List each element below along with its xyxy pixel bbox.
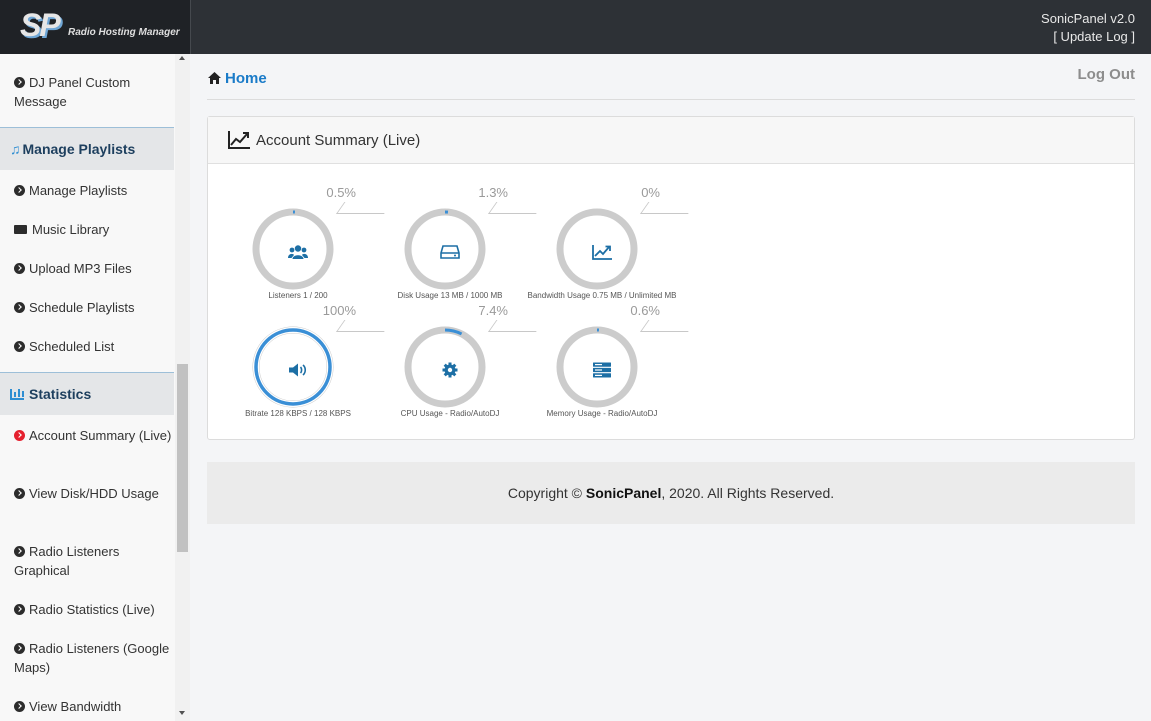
sidebar-item-music-library[interactable]: Music Library [14,220,172,239]
footer-prefix: Copyright © [507,485,586,501]
version-block: SonicPanel v2.0 [ Update Log ] [1041,10,1135,46]
sidebar-item-schedule-playlists[interactable]: Schedule Playlists [14,298,172,317]
sidebar-section-statistics[interactable]: Statistics [0,372,174,415]
chevron-circle-icon [14,430,25,441]
gauge-percent: 0.5% [326,185,356,200]
update-log-link[interactable]: [ Update Log ] [1041,28,1135,46]
gauge-volume: 100% Bitrate 128 KBPS / 128 KBPS [228,303,393,435]
logout-link[interactable]: Log Out [1078,66,1135,83]
gauge-percent: 1.3% [478,185,508,200]
sidebar-item-listeners-graphical[interactable]: Radio Listeners Graphical [14,542,172,580]
chevron-circle-icon [14,77,25,88]
sidebar-item-label: Scheduled List [29,339,115,354]
logo-subtitle: Radio Hosting Manager [68,27,180,38]
account-summary-panel: Account Summary (Live) 0.5% Listeners 1 /… [207,116,1135,440]
sidebar-item-label: Radio Statistics (Live) [29,602,155,617]
scroll-up-arrow[interactable] [179,56,185,60]
gauge-percent: 7.4% [478,303,508,318]
breadcrumb-label: Home [225,70,267,87]
gauge-line-chart: 0% Bandwidth Usage 0.75 MB / Unlimited MB [528,185,697,317]
chevron-circle-icon [14,604,25,615]
chevron-circle-icon [14,302,25,313]
panel-title: Account Summary (Live) [256,132,421,149]
chevron-circle-icon [14,643,25,654]
gauge-percent: 0.6% [630,303,660,318]
gauge-percent: 100% [322,303,356,318]
chevron-circle-icon [14,488,25,499]
gauge-gear: 7.4% CPU Usage - Radio/AutoDJ [380,303,545,435]
sidebar-item-label: Radio Listeners Graphical [14,544,120,578]
sidebar-item-manage-playlists[interactable]: Manage Playlists [14,181,172,200]
chevron-circle-icon [14,546,25,557]
sidebar-item-label: Schedule Playlists [29,300,135,315]
logo-mark: SP [20,7,61,43]
divider [207,99,1135,100]
sidebar-item-label: View Bandwidth [29,699,122,714]
breadcrumb-home[interactable]: Home [208,70,267,87]
gear-icon [442,362,458,378]
home-icon [208,72,221,84]
footer: Copyright © SonicPanel, 2020. All Rights… [207,462,1135,524]
section-label: Manage Playlists [22,141,136,157]
sidebar-item-account-summary[interactable]: Account Summary (Live) [14,426,172,445]
top-bar: SP Radio Hosting Manager SonicPanel v2.0… [0,0,1151,54]
gauge-leader-line [640,202,697,214]
chevron-circle-icon [14,185,25,196]
gauge-label: Bandwidth Usage 0.75 MB / Unlimited MB [527,291,677,300]
bar-chart-icon [10,389,24,400]
section-label: Statistics [29,386,92,402]
gauge-users: 0.5% Listeners 1 / 200 [228,185,393,317]
chevron-circle-icon [14,341,25,352]
server-icon [593,362,611,378]
scroll-down-arrow[interactable] [179,711,185,715]
sidebar-item-upload-mp3[interactable]: Upload MP3 Files [14,259,172,278]
sidebar-item-radio-statistics[interactable]: Radio Statistics (Live) [14,600,172,619]
sidebar-item-label: DJ Panel Custom Message [14,75,131,109]
sidebar-item-disk-usage[interactable]: View Disk/HDD Usage [14,484,172,503]
panel-header: Account Summary (Live) [208,117,1134,164]
scroll-thumb[interactable] [177,364,188,552]
sidebar-scrollbar[interactable] [175,54,190,721]
line-chart-icon [228,131,250,149]
footer-suffix: , 2020. All Rights Reserved. [661,485,835,501]
sidebar-item-label: View Disk/HDD Usage [29,486,159,501]
sidebar-item-scheduled-list[interactable]: Scheduled List [14,337,172,356]
sidebar-item-label: Account Summary (Live) [29,428,172,443]
gauge-percent: 0% [641,185,660,200]
sidebar-item-dj-custom-message[interactable]: DJ Panel Custom Message [14,73,172,111]
version-label: SonicPanel v2.0 [1041,11,1135,26]
volume-icon [289,363,307,377]
line-chart-icon [592,245,612,260]
gauge-label: Memory Usage - Radio/AutoDJ [546,409,658,418]
sidebar-section-manage-playlists[interactable]: ♫ Manage Playlists [0,127,174,170]
folder-open-icon [14,225,27,234]
sidebar: DJ Panel Custom Message ♫ Manage Playlist… [0,54,175,721]
gauge-hdd: 1.3% Disk Usage 13 MB / 1000 MB [380,185,545,317]
gauge-server: 0.6% Memory Usage - Radio/AutoDJ [532,303,697,435]
sidebar-item-label: Upload MP3 Files [29,261,132,276]
sidebar-item-listeners-maps[interactable]: Radio Listeners (Google Maps) [14,639,172,677]
music-icon: ♫ [10,141,21,157]
logo[interactable]: SP Radio Hosting Manager [0,0,191,54]
sidebar-item-label: Radio Listeners (Google Maps) [14,641,170,675]
chevron-circle-icon [14,263,25,274]
hdd-icon [440,245,460,259]
gauge-leader-line [640,320,697,332]
chevron-circle-icon [14,701,25,712]
sidebar-item-label: Music Library [32,222,110,237]
footer-brand: SonicPanel [585,485,662,501]
sidebar-item-label: Manage Playlists [29,183,128,198]
users-icon [288,245,308,259]
sidebar-item-view-bandwidth[interactable]: View Bandwidth [14,697,172,716]
